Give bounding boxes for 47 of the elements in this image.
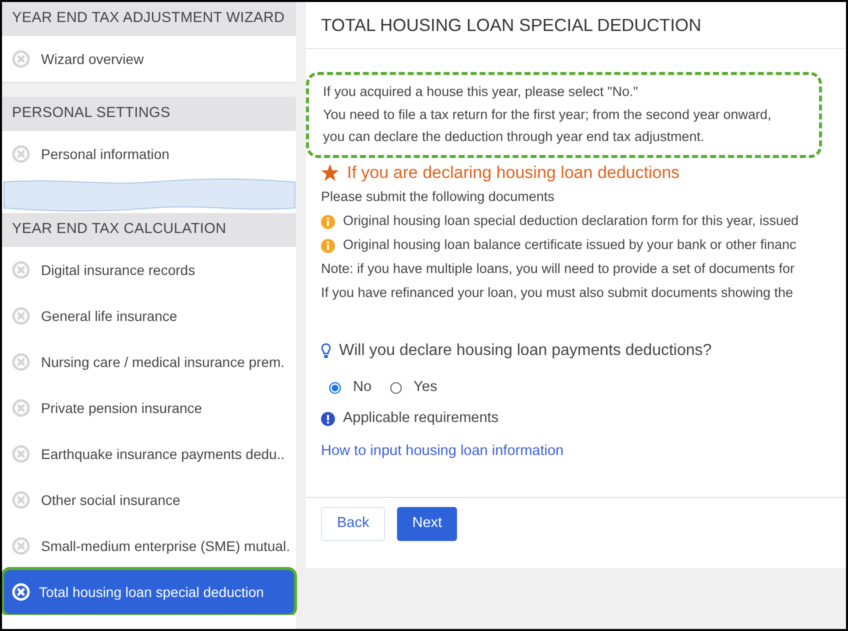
radio-button[interactable] [329,382,341,394]
notice-text: you can declare the deduction through year end tax adjustment. [323,128,706,146]
radio-label[interactable]: No [353,376,372,398]
sidebar-item[interactable]: General life insurance [2,293,296,339]
sidebar-item[interactable]: Earthquake insurance payments dedu.. [2,431,296,477]
lightbulb-icon [321,342,331,358]
sidebar-item[interactable]: Other social insurance [2,477,296,523]
sidebar-item[interactable]: Wizard overview [2,36,296,82]
document-item: Original housing loan special deduction declaration form for this year, issued [343,212,799,230]
x-circle-icon [12,145,30,163]
section-header: PERSONAL SETTINGS [2,97,296,131]
x-circle-icon [12,537,30,555]
x-circle-icon [12,307,30,325]
radio-button[interactable] [390,382,402,394]
radio-label[interactable]: Yes [414,376,438,398]
sidebar-item[interactable]: Personal information [2,131,296,177]
section-heading: If you are declaring housing loan deductions [347,162,680,184]
x-circle-icon [12,399,30,417]
section-header: YEAR END TAX CALCULATION [2,213,296,247]
section-header: YEAR END TAX ADJUSTMENT WIZARD [2,2,296,36]
sidebar-item[interactable]: Nursing care / medical insurance prem. [2,339,296,385]
info-icon [321,238,335,252]
help-link[interactable]: How to input housing loan information [321,438,564,462]
x-circle-icon [12,353,30,371]
sidebar-item[interactable]: Private pension insurance [2,385,296,431]
notice-text: If you acquired a house this year, please select "No." [323,83,640,101]
notice-text: You need to file a tax return for the first year; from the second year onward, [323,106,772,124]
x-circle-icon [12,491,30,509]
star-icon [321,164,339,181]
body-text: If you have refinanced your loan, you must also submit documents showing the [321,284,794,302]
sidebar-item[interactable]: Total housing loan special deduction [4,570,294,614]
question-text: Will you declare housing loan payments deductions? [339,340,712,360]
exclamation-icon [321,412,335,426]
sidebar-item[interactable]: Small-medium enterprise (SME) mutual. [2,523,296,569]
requirements-text: Applicable requirements [343,408,499,428]
back-button[interactable]: Back [321,506,386,540]
info-icon [321,214,335,228]
x-circle-icon [12,261,30,279]
x-circle-icon [12,50,30,68]
body-text: Note: if you have multiple loans, you will need to provide a set of documents for [321,260,795,278]
document-item: Original housing loan balance certificate issued by your bank or other financ [343,236,796,254]
page-title: TOTAL HOUSING LOAN SPECIAL DEDUCTION [306,2,846,49]
next-button[interactable]: Next [397,506,458,540]
sidebar-item[interactable]: Digital insurance records [2,247,296,293]
x-circle-icon [12,583,30,601]
body-text: Please submit the following documents [321,188,554,206]
x-circle-icon [12,445,30,463]
